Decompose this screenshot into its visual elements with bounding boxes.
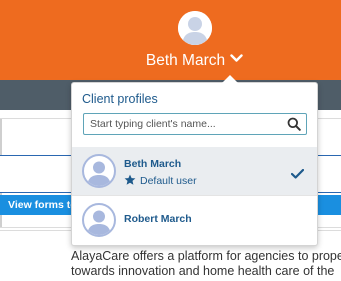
user-name: Beth March — [145, 52, 226, 69]
user-avatar-icon[interactable] — [178, 11, 212, 45]
app-header: Beth March — [0, 0, 341, 80]
form-field[interactable] — [0, 155, 82, 193]
user-avatar-icon — [82, 203, 116, 237]
search-icon[interactable] — [287, 117, 301, 136]
view-forms-button-right[interactable] — [316, 195, 341, 215]
client-search-box — [83, 113, 307, 135]
user-menu-toggle[interactable]: Beth March — [0, 52, 341, 70]
chevron-down-icon — [230, 50, 243, 68]
client-search-input[interactable] — [84, 114, 290, 134]
check-icon — [290, 166, 305, 184]
default-user-label: Default user — [140, 175, 197, 187]
profile-name: Robert March — [124, 213, 192, 225]
default-user-badge: Default user — [124, 174, 197, 189]
profile-item-robert-march[interactable]: Robert March — [72, 196, 317, 244]
dropdown-title: Client profiles — [82, 92, 158, 106]
dropdown-pointer — [222, 75, 238, 83]
info-text-line-1: AlayaCare offers a platform for agencies… — [71, 249, 341, 263]
profile-item-beth-march[interactable]: Beth March Default user — [72, 147, 317, 195]
profile-name: Beth March — [124, 158, 182, 170]
user-avatar-icon — [82, 154, 116, 188]
client-profiles-dropdown: Client profiles Beth March Default user — [71, 75, 318, 246]
star-icon — [124, 174, 136, 189]
info-text-line-2: towards innovation and home health care … — [71, 264, 335, 278]
